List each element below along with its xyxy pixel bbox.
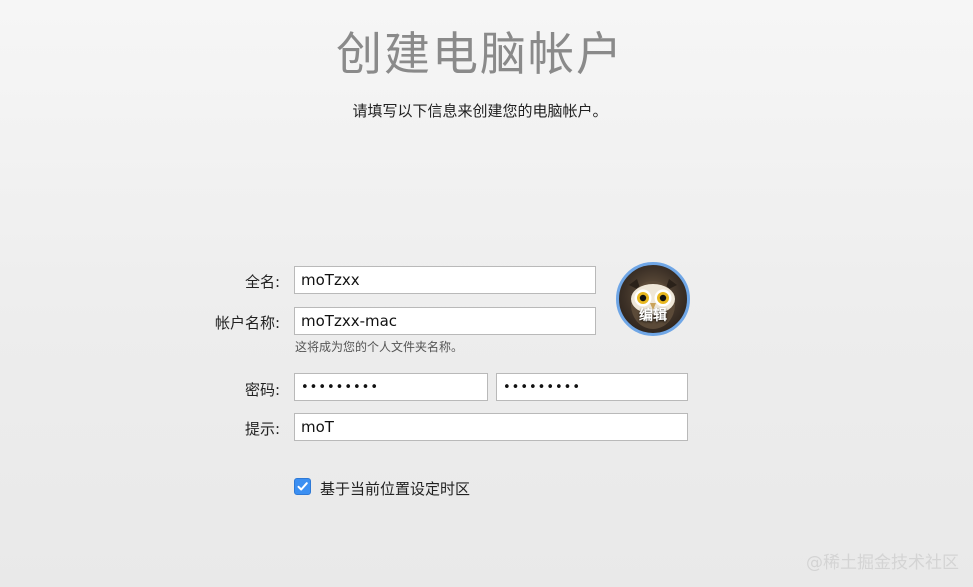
password-field[interactable] xyxy=(294,373,488,401)
account-name-field[interactable] xyxy=(294,307,596,335)
password-label: 密码: xyxy=(244,381,280,399)
watermark: @稀土掘金技术社区 xyxy=(806,553,959,573)
avatar[interactable]: 编辑 xyxy=(616,262,690,336)
timezone-checkbox[interactable] xyxy=(294,478,311,495)
hint-field[interactable] xyxy=(294,413,688,441)
avatar-edit-label[interactable]: 编辑 xyxy=(619,305,687,325)
timezone-checkbox-label[interactable]: 基于当前位置设定时区 xyxy=(320,478,470,499)
full-name-label: 全名: xyxy=(244,273,280,291)
full-name-field[interactable] xyxy=(294,266,596,294)
account-name-label: 帐户名称: xyxy=(214,314,280,332)
password-verify-field[interactable] xyxy=(496,373,688,401)
page-subtitle: 请填写以下信息来创建您的电脑帐户。 xyxy=(352,102,608,120)
checkmark-icon xyxy=(297,482,308,491)
page-title: 创建电脑帐户 xyxy=(336,27,624,81)
account-name-helper: 这将成为您的个人文件夹名称。 xyxy=(295,340,464,354)
hint-label: 提示: xyxy=(244,420,280,438)
